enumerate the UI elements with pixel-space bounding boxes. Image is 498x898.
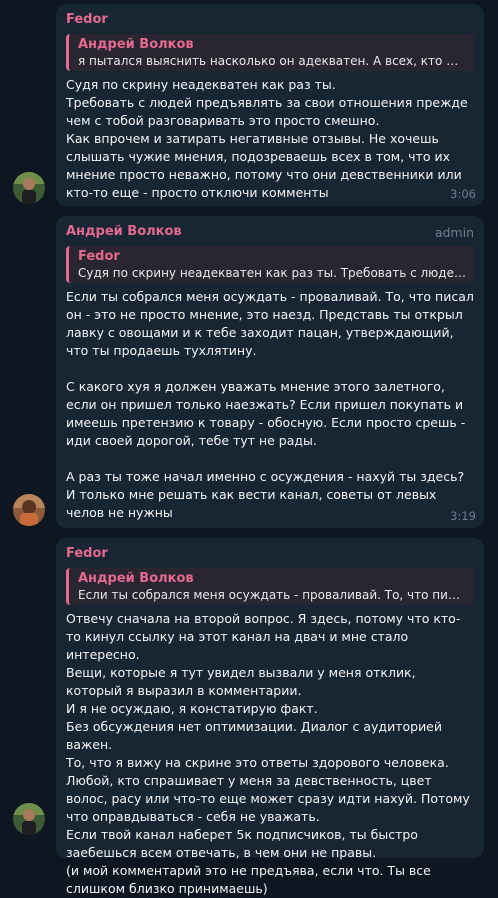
sender-name[interactable]: Fedor [66, 546, 474, 562]
text-line: (и мой комментарий это не предъява, если… [66, 863, 431, 896]
text-line: Как впрочем и затирать негативные отзывы… [66, 131, 462, 200]
reply-author: Fedor [78, 249, 120, 264]
message-bubble[interactable]: Андрей Волков admin Fedor Судя по скрину… [56, 216, 484, 528]
text-line [66, 360, 474, 378]
message-time: 3:19 [450, 509, 476, 523]
admin-badge: admin [434, 225, 474, 240]
text-line: Требовать с людей предъявлять за свои от… [66, 95, 468, 128]
sender-name[interactable]: Fedor [66, 12, 474, 28]
message-text: Судя по скрину неадекватен как раз ты. Т… [66, 76, 474, 202]
message-bubble[interactable]: Fedor Андрей Волков я пытался выяснить н… [56, 4, 484, 206]
message-bubble[interactable]: Fedor Андрей Волков Если ты собрался мен… [56, 538, 484, 896]
sender-name[interactable]: Андрей Волков [66, 224, 474, 240]
message-text: Отвечу сначала на второй вопрос. Я здесь… [66, 610, 474, 898]
reply-author: Андрей Волков [78, 571, 194, 586]
reply-author: Андрей Волков [78, 37, 194, 52]
text-line: С какого хуя я должен уважать мнение это… [66, 379, 466, 448]
text-line: А раз ты тоже начал именно с осуждения -… [66, 469, 465, 520]
text-line: Отвечу сначала на второй вопрос. Я здесь… [66, 611, 461, 662]
text-line: Если ты собрался меня осуждать - провали… [66, 289, 474, 358]
text-line: Если твой канал наберет 5к подписчиков, … [66, 827, 418, 860]
message-time: 3:06 [450, 187, 476, 201]
avatar[interactable] [13, 172, 45, 204]
reply-text: Судя по скрину неадекватен как раз ты. Т… [78, 266, 466, 280]
avatar[interactable] [13, 803, 45, 835]
reply-text: Если ты собрался меня осуждать - провали… [78, 588, 466, 602]
text-line: Без обсуждения нет оптимизации. Диалог с… [66, 719, 443, 752]
reply-quote[interactable]: Андрей Волков Если ты собрался меня осуж… [66, 568, 474, 605]
text-line: И я не осуждаю, я констатирую факт. [66, 701, 318, 716]
reply-quote[interactable]: Fedor Судя по скрину неадекватен как раз… [66, 246, 474, 283]
text-line: То, что я вижу на скрине это ответы здор… [66, 755, 470, 824]
text-line [66, 450, 474, 468]
message-text: Если ты собрался меня осуждать - провали… [66, 288, 474, 522]
text-line: Вещи, которые я тут увидел вызвали у мен… [66, 665, 416, 698]
reply-text: я пытался выяснить насколько он адеквате… [78, 54, 466, 68]
avatar[interactable] [13, 494, 45, 526]
text-line: Судя по скрину неадекватен как раз ты. [66, 77, 336, 92]
reply-quote[interactable]: Андрей Волков я пытался выяснить насколь… [66, 34, 474, 71]
